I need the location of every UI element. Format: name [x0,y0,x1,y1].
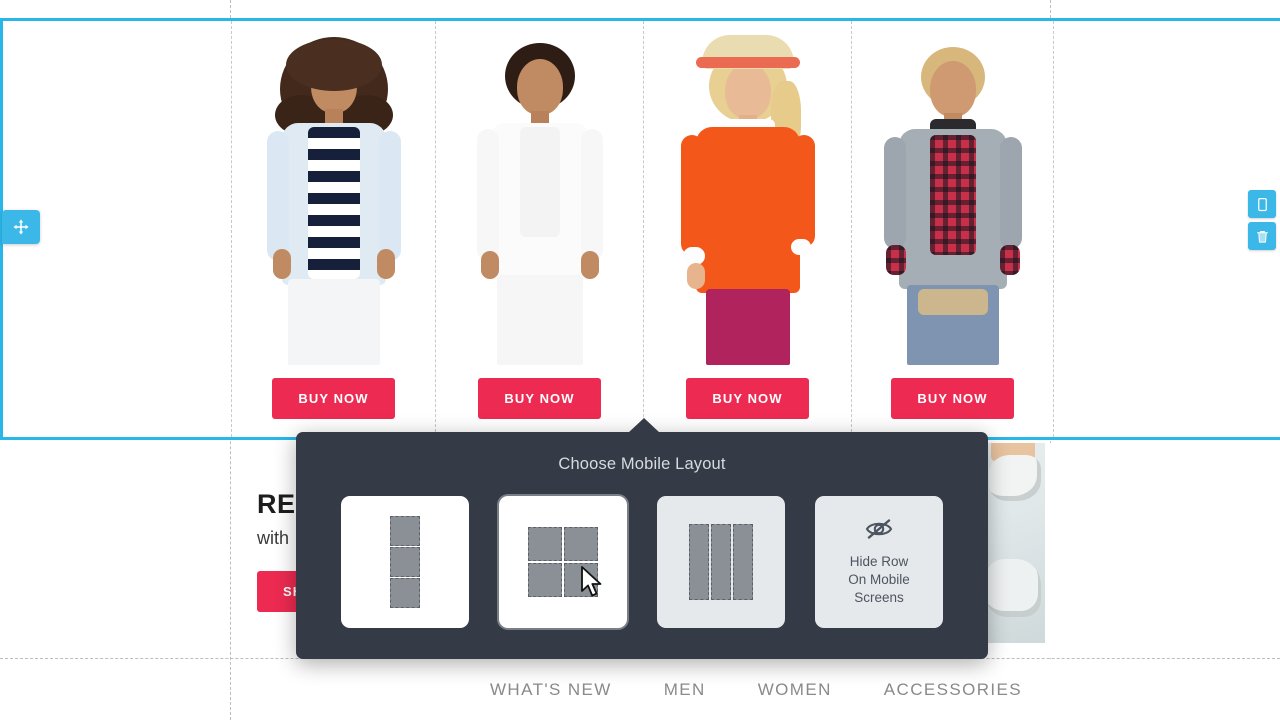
hide-row-label-line-1: Hide Row [849,554,909,569]
bottom-nav: WHAT'S NEW MEN WOMEN ACCESSORIES [231,659,1280,720]
row-move-handle[interactable] [2,210,40,244]
product-photo-4 [852,21,1053,368]
product-cell-empty[interactable] [1053,21,1277,437]
popover-title: Choose Mobile Layout [558,455,726,473]
stacked-blocks-icon [390,516,420,608]
product-row: BUY NOW BUY NOW BUY NOW BUY NOW [3,21,1280,437]
nav-item-accessories[interactable]: ACCESSORIES [884,680,1022,700]
mobile-preview-button[interactable] [1248,190,1276,218]
promo-image [985,443,1045,643]
buy-now-button[interactable]: BUY NOW [478,378,601,419]
columns-3-icon [689,524,753,600]
nav-item-whats-new[interactable]: WHAT'S NEW [490,680,612,700]
product-photo-1 [232,21,435,368]
model-figure [259,23,409,368]
layout-option-two-by-two-grid[interactable] [499,496,627,628]
grid-2x2-icon [528,527,598,597]
product-cell[interactable]: BUY NOW [851,21,1053,437]
hide-row-label: Hide Row On Mobile Screens [848,553,910,607]
layout-options-list: Hide Row On Mobile Screens [296,496,988,628]
product-photo-3 [644,21,851,368]
buy-now-button[interactable]: BUY NOW [686,378,809,419]
layout-option-hide-row-on-mobile[interactable]: Hide Row On Mobile Screens [815,496,943,628]
mobile-device-icon [1257,197,1267,211]
layout-option-stacked-single-column[interactable] [341,496,469,628]
product-cell[interactable]: BUY NOW [643,21,851,437]
sneaker-shape [985,559,1041,617]
buy-now-button[interactable]: BUY NOW [272,378,395,419]
eye-off-icon [864,517,894,546]
model-figure [673,23,823,368]
page-builder-canvas: BUY NOW BUY NOW BUY NOW BUY NOW REI with… [0,0,1280,720]
product-photo-2 [436,21,643,368]
delete-row-button[interactable] [1248,222,1276,250]
nav-item-men[interactable]: MEN [664,680,706,700]
model-figure [465,23,615,368]
nav-item-women[interactable]: WOMEN [758,680,832,700]
hide-row-label-line-3: Screens [854,590,904,605]
row-tools [1248,190,1276,250]
sneaker-shape [989,455,1041,501]
model-figure [878,23,1028,368]
selected-row[interactable]: BUY NOW BUY NOW BUY NOW BUY NOW [0,18,1280,440]
mobile-layout-popover[interactable]: Choose Mobile Layout Hide Row On Mobile … [296,418,988,659]
hide-row-label-line-2: On Mobile [848,572,910,587]
move-arrows-icon [13,219,29,235]
trash-icon [1256,230,1268,243]
buy-now-button[interactable]: BUY NOW [891,378,1014,419]
product-cell[interactable]: BUY NOW [435,21,643,437]
layout-option-side-by-side-columns[interactable] [657,496,785,628]
product-cell[interactable]: BUY NOW [231,21,435,437]
popover-arrow [628,418,660,433]
